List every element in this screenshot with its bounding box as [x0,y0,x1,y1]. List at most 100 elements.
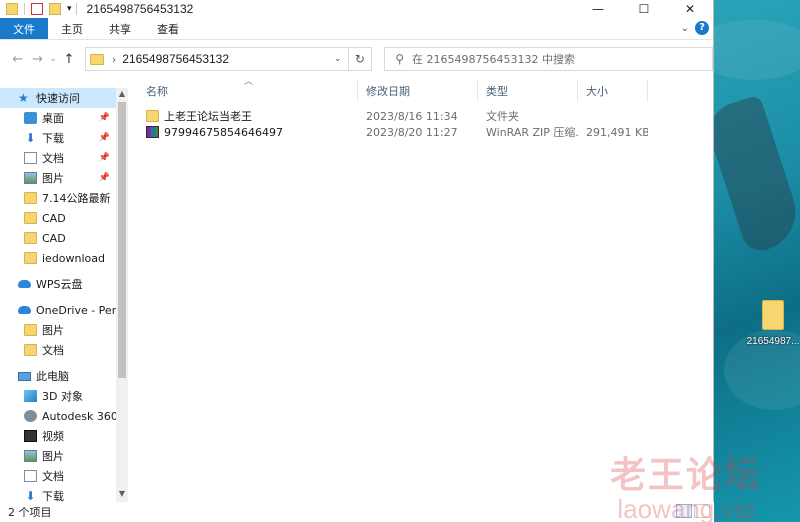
winrar-icon [146,126,159,138]
nav-downloads[interactable]: ⬇ 下载 📌 [0,128,116,148]
nav-onedrive-pictures[interactable]: 图片 [0,320,116,340]
download-icon: ⬇ [25,489,36,502]
quick-access-dropdown-icon[interactable]: ▾ [67,4,72,14]
tab-home[interactable]: 主页 [48,18,96,39]
file-name: 上老王论坛当老王 [164,110,252,123]
file-name: 97994675854646497 [164,125,283,139]
nav-documents[interactable]: 文档 📌 [0,148,116,168]
column-header-type[interactable]: 类型 [478,80,578,102]
nav-this-pc[interactable]: 此电脑 [0,366,116,386]
details-view-icon[interactable] [676,504,692,518]
forward-arrow-icon[interactable]: → [28,52,48,67]
column-header-date[interactable]: 修改日期 [358,80,478,102]
star-icon: ★ [18,91,29,105]
nav-folder-cad-2[interactable]: CAD [0,228,116,248]
tab-share[interactable]: 共享 [96,18,144,39]
breadcrumb-chevron-icon[interactable]: › [112,53,116,66]
quick-access-divider [24,3,25,15]
recent-locations-icon[interactable]: ⌄ [47,54,59,64]
tab-file[interactable]: 文件 [0,18,48,39]
file-size: 291,491 KB [586,125,648,139]
properties-icon[interactable] [31,3,43,15]
explorer-window: ▾ 2165498756453132 — ☐ ✕ 文件 主页 共享 查看 ⌄ ?… [0,0,714,522]
nav-onedrive[interactable]: OneDrive - Personal [0,300,128,320]
navigation-pane: ★ 快速访问 桌面 📌 ⬇ 下载 📌 文档 📌 图片 📌 7.14公路最新 CA… [0,88,128,502]
back-arrow-icon[interactable]: ← [8,52,28,67]
nav-label: 文档 [42,470,64,483]
nav-scroll-thumb[interactable] [118,102,126,378]
cloud-icon [18,280,31,288]
folder-icon [24,212,37,224]
address-bar[interactable]: › 2165498756453132 ⌄ [84,47,349,71]
document-icon [24,470,37,482]
nav-folder-cad[interactable]: CAD [0,208,116,228]
column-header-size[interactable]: 大小 [578,80,648,102]
file-row[interactable]: 97994675854646497 2023/8/20 11:27 WinRAR… [138,124,648,140]
search-placeholder: 在 2165498756453132 中搜索 [412,53,575,66]
search-icon: ⚲ [395,52,404,66]
nav-folder-iedownload[interactable]: iedownload [0,248,116,268]
nav-label: 此电脑 [36,370,69,383]
download-icon: ⬇ [25,131,36,145]
up-arrow-icon[interactable]: ↑ [59,52,79,67]
tab-view[interactable]: 查看 [144,18,192,39]
autodesk-icon [24,410,37,422]
nav-wps-cloud[interactable]: WPS云盘 [0,274,116,294]
nav-label: 下载 [42,132,64,145]
nav-autodesk-360[interactable]: Autodesk 360 [0,406,118,426]
3d-objects-icon [24,390,37,402]
nav-pc-pictures[interactable]: 图片 [0,446,116,466]
nav-label: 文档 [42,344,64,357]
desktop-icon [24,112,37,124]
nav-desktop[interactable]: 桌面 📌 [0,108,116,128]
folder-icon [24,192,37,204]
nav-label: iedownload [42,251,106,265]
nav-label: 下载 [42,490,64,502]
breadcrumb-current[interactable]: 2165498756453132 [122,52,328,66]
title-divider [75,3,77,15]
file-type: 文件夹 [486,110,519,123]
desktop-folder-icon[interactable]: 21654987... [745,300,800,347]
close-button[interactable]: ✕ [667,0,713,18]
nav-label: 快速访问 [36,92,80,105]
help-icon[interactable]: ? [695,21,709,35]
scroll-up-icon[interactable]: ▲ [116,89,128,98]
nav-pc-downloads[interactable]: ⬇ 下载 [0,486,116,502]
search-input[interactable]: ⚲ 在 2165498756453132 中搜索 [384,47,713,71]
folder-icon [24,324,37,336]
nav-label: 图片 [42,324,64,337]
nav-label: CAD [42,211,66,225]
nav-pc-documents[interactable]: 文档 [0,466,116,486]
nav-onedrive-documents[interactable]: 文档 [0,340,116,360]
expand-ribbon-icon[interactable]: ⌄ [681,23,689,34]
scroll-down-icon[interactable]: ▼ [116,489,128,498]
pin-icon: 📌 [98,153,110,163]
window-title: 2165498756453132 [86,2,194,16]
nav-folder-7-14[interactable]: 7.14公路最新 [0,188,116,208]
minimize-button[interactable]: — [575,0,621,18]
nav-scrollbar[interactable]: ▲ ▼ [116,88,128,502]
file-row[interactable]: 上老王论坛当老王 2023/8/16 11:34 文件夹 [138,108,648,124]
nav-3d-objects[interactable]: 3D 对象 [0,386,116,406]
nav-label: CAD [42,231,66,245]
column-headers: 名称 修改日期 类型 大小 [138,80,714,102]
nav-label: 桌面 [42,112,64,125]
large-icons-view-icon[interactable] [694,504,710,518]
refresh-button[interactable]: ↻ [348,47,373,71]
address-history-icon[interactable]: ⌄ [328,54,348,64]
nav-label: 图片 [42,450,64,463]
nav-quick-access[interactable]: ★ 快速访问 [0,88,116,108]
nav-label: 文档 [42,152,64,165]
nav-pictures[interactable]: 图片 📌 [0,168,116,188]
picture-icon [24,172,37,184]
pin-icon: 📌 [98,133,110,143]
address-row: ← → ⌄ ↑ › 2165498756453132 ⌄ ↻ ⚲ 在 21654… [0,40,713,78]
new-folder-icon[interactable] [49,3,61,15]
nav-label: 7.14公路最新 [42,192,111,205]
nav-label: Autodesk 360 [42,409,118,423]
nav-label: 图片 [42,172,64,185]
folder-icon [6,3,18,15]
nav-videos[interactable]: 视频 [0,426,116,446]
maximize-button[interactable]: ☐ [621,0,667,18]
column-header-name[interactable]: 名称 [138,80,358,102]
